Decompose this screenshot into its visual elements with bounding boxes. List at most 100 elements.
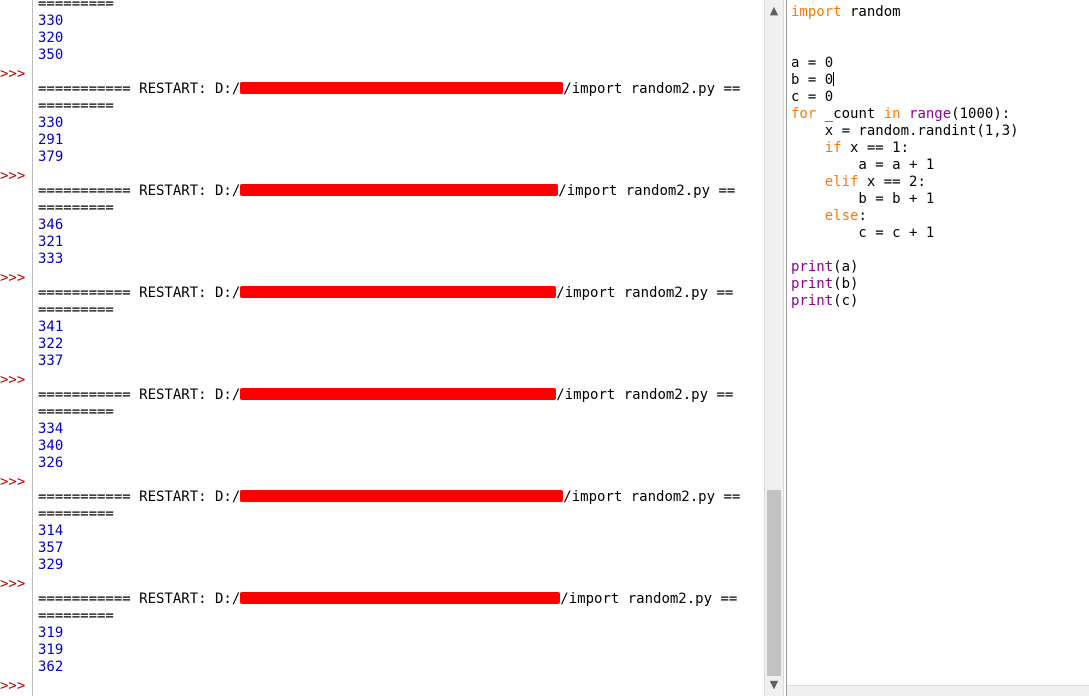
shell-pane[interactable]: >>> >>> >>> >>> >>> >>> >>> ========= 330 320 350… [0, 0, 764, 696]
code-line[interactable]: x = random.randint(1,3) [791, 123, 1019, 140]
code-line[interactable]: elif x == 2: [791, 174, 1019, 191]
restart-prefix: =========== RESTART: D:/ [38, 285, 241, 301]
restart-prefix: =========== RESTART: D:/ [38, 591, 241, 607]
code-line[interactable]: import random [791, 4, 1019, 21]
code-text: _count [816, 106, 884, 122]
output-line: 362 [38, 659, 64, 675]
code-line[interactable]: b = b + 1 [791, 191, 1019, 208]
output-line: 340 [38, 438, 64, 454]
output-line: 379 [38, 149, 64, 165]
restart-banner: =========== RESTART: D:/ /import random2.… [38, 489, 740, 506]
output-line: 346 [38, 217, 64, 233]
code-line[interactable]: c = c + 1 [791, 225, 1019, 242]
editor-pane[interactable]: import random a = 0b = 0c = 0 for _count i… [786, 0, 1089, 696]
code-line[interactable] [791, 21, 1019, 38]
restart-prefix: =========== RESTART: D:/ [38, 387, 241, 403]
code-keyword: in [883, 106, 901, 122]
redacted-path [240, 82, 564, 94]
restart-banner: =========== RESTART: D:/ /import random2.… [38, 81, 740, 98]
output-line: 321 [38, 234, 64, 250]
restart-banner: =========== RESTART: D:/ /import random2.… [38, 183, 735, 200]
code-keyword: import [791, 4, 842, 20]
code-line[interactable] [791, 242, 1019, 259]
restart-banner: =========== RESTART: D:/ /import random2.… [38, 285, 733, 302]
restart-banner-continuation: ========= [38, 506, 114, 522]
editor-horizontal-scrollbar[interactable] [787, 685, 1089, 696]
code-line[interactable]: for _count in range(1000): [791, 106, 1019, 123]
output-line: 291 [38, 132, 64, 148]
code-text: (1000): [951, 106, 1011, 122]
output-line: 319 [38, 625, 64, 641]
code-line[interactable]: print(b) [791, 276, 1019, 293]
shell-prompt: >>> [0, 678, 26, 694]
code-line[interactable]: print(a) [791, 259, 1019, 276]
restart-banner-continuation: ========= [38, 98, 114, 114]
shell-prompt: >>> [0, 270, 26, 286]
shell-scrollbar[interactable]: ▲ ▼ [764, 0, 784, 696]
shell-prompt: >>> [0, 576, 26, 592]
output-line: 329 [38, 557, 64, 573]
code-keyword: if [824, 140, 842, 156]
code-text: c = 0 [791, 89, 834, 105]
output-line: 320 [38, 30, 64, 46]
restart-banner-continuation: ========= [38, 302, 114, 318]
code-text: : [858, 208, 867, 224]
output-line: 341 [38, 319, 64, 335]
code-line[interactable]: a = 0 [791, 55, 1019, 72]
code-text: (c) [833, 293, 859, 309]
redacted-path [240, 490, 564, 502]
code-line[interactable]: print(c) [791, 293, 1019, 310]
scrollbar-thumb[interactable] [767, 490, 781, 676]
output-line: 330 [38, 13, 64, 29]
code-line[interactable]: a = a + 1 [791, 157, 1019, 174]
code-text: (b) [833, 276, 859, 292]
restart-prefix: =========== RESTART: D:/ [38, 489, 241, 505]
code-text: random [841, 4, 901, 20]
code-line[interactable]: b = 0 [791, 72, 1019, 89]
output-line: 326 [38, 455, 64, 471]
output-line: 333 [38, 251, 64, 267]
output-line: 357 [38, 540, 64, 556]
code-text: x == 1: [841, 140, 910, 156]
restart-suffix: /import random2.py == [560, 591, 738, 607]
code-builtin: print [791, 259, 834, 275]
code-builtin: print [791, 293, 834, 309]
redacted-path [240, 184, 559, 196]
shell-prompt: >>> [0, 66, 26, 82]
output-line: 322 [38, 336, 64, 352]
output-line: 337 [38, 353, 64, 369]
redacted-path [240, 286, 557, 298]
code-text: c = c + 1 [791, 225, 935, 241]
restart-suffix: /import random2.py == [563, 81, 741, 97]
scroll-down-icon[interactable]: ▼ [765, 676, 783, 694]
restart-suffix: /import random2.py == [558, 183, 736, 199]
output-line: 319 [38, 642, 64, 658]
output-line: 334 [38, 421, 64, 437]
restart-banner-continuation: ========= [38, 0, 114, 12]
restart-banner-continuation: ========= [38, 608, 114, 624]
restart-banner: =========== RESTART: D:/ /import random2.… [38, 591, 737, 608]
restart-suffix: /import random2.py == [563, 489, 741, 505]
shell-prompt: >>> [0, 474, 26, 490]
output-line: 330 [38, 115, 64, 131]
code-text: b = 0 [791, 72, 834, 88]
code-keyword: for [791, 106, 817, 122]
code-editor[interactable]: import random a = 0b = 0c = 0 for _count i… [791, 4, 1019, 310]
restart-prefix: =========== RESTART: D:/ [38, 81, 241, 97]
restart-suffix: /import random2.py == [556, 387, 734, 403]
restart-prefix: =========== RESTART: D:/ [38, 183, 241, 199]
output-line: 314 [38, 523, 64, 539]
code-line[interactable]: c = 0 [791, 89, 1019, 106]
code-line[interactable]: else: [791, 208, 1019, 225]
redacted-path [240, 592, 561, 604]
code-line[interactable] [791, 38, 1019, 55]
restart-banner: =========== RESTART: D:/ /import random2.… [38, 387, 733, 404]
code-keyword: else [824, 208, 859, 224]
code-line[interactable]: if x == 1: [791, 140, 1019, 157]
shell-prompt: >>> [0, 372, 26, 388]
restart-banner-continuation: ========= [38, 200, 114, 216]
scroll-up-icon[interactable]: ▲ [765, 2, 783, 20]
